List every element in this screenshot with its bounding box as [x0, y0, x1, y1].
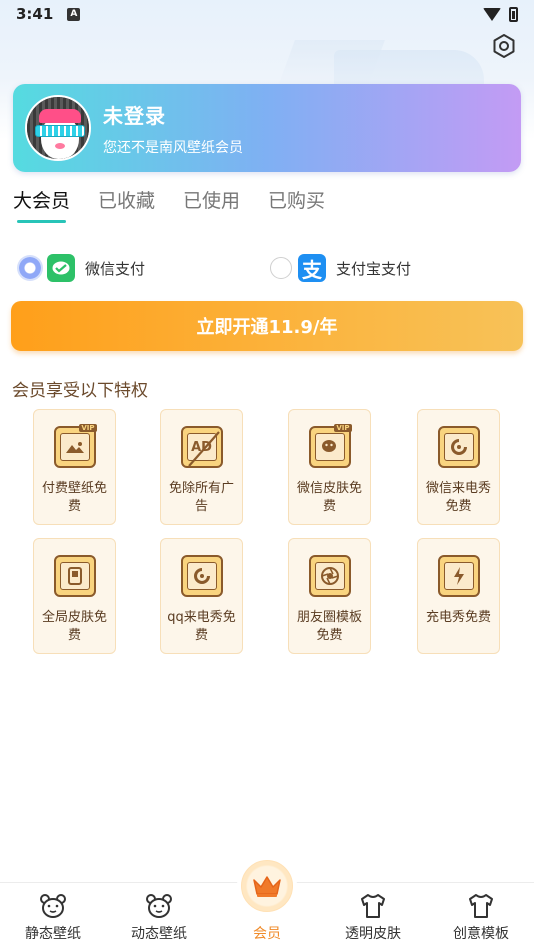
- alipay-icon: 支: [298, 254, 326, 282]
- open-membership-button[interactable]: 立即开通11.9/年: [11, 301, 523, 351]
- nav-label: 透明皮肤: [345, 926, 401, 942]
- nav-live-wallpaper[interactable]: 动态壁纸: [106, 883, 212, 950]
- tab-purchased[interactable]: 已购买: [268, 186, 325, 223]
- settings-button[interactable]: [490, 32, 518, 60]
- bear-icon: [146, 894, 172, 918]
- perk-card[interactable]: VIP 付费壁纸免费: [33, 409, 116, 525]
- gear-icon: [493, 34, 515, 58]
- perk-label: 免除所有广告: [168, 481, 234, 514]
- avatar[interactable]: [25, 95, 91, 161]
- tab-bar: 大会员 已收藏 已使用 已购买: [13, 186, 353, 223]
- tab-used[interactable]: 已使用: [183, 186, 240, 223]
- global-skin-icon: [53, 555, 96, 597]
- perk-label: 微信来电秀免费: [425, 481, 491, 514]
- perk-card[interactable]: VIP 微信皮肤免费: [288, 409, 371, 525]
- qq-call-show-icon: [180, 555, 223, 597]
- perk-label: 付费壁纸免费: [41, 481, 107, 514]
- nav-label: 创意模板: [453, 926, 509, 942]
- status-bar: 3:41 A: [0, 0, 534, 28]
- perk-card[interactable]: 微信来电秀免费: [417, 409, 500, 525]
- user-card[interactable]: 未登录 您还不是南风壁纸会员: [13, 84, 521, 172]
- nav-label: 会员: [253, 926, 281, 942]
- alipay-radio[interactable]: [270, 257, 292, 279]
- moments-template-icon: [308, 555, 351, 597]
- tab-favorites[interactable]: 已收藏: [98, 186, 155, 223]
- wechat-call-show-icon: [437, 426, 480, 468]
- wifi-icon: [483, 7, 501, 21]
- perks-title: 会员享受以下特权: [12, 381, 148, 401]
- shirt-icon: [361, 894, 385, 918]
- wechat-pay-option[interactable]: 微信支付: [19, 254, 145, 282]
- shirt-icon: [469, 894, 493, 918]
- nav-static-wallpaper[interactable]: 静态壁纸: [0, 883, 106, 950]
- tab-vip[interactable]: 大会员: [13, 186, 70, 223]
- perk-label: 全局皮肤免费: [41, 610, 107, 643]
- status-time: 3:41: [16, 5, 54, 23]
- nav-transparent-skin[interactable]: 透明皮肤: [320, 883, 426, 950]
- wechat-pay-label: 微信支付: [85, 259, 146, 278]
- perk-label: qq来电秀免费: [167, 610, 236, 643]
- no-ads-icon: AD: [180, 426, 223, 468]
- battery-icon: [509, 6, 518, 22]
- nav-label: 动态壁纸: [131, 926, 187, 942]
- paid-wallpaper-icon: VIP: [53, 424, 97, 468]
- alipay-label: 支付宝支付: [336, 259, 412, 278]
- user-name[interactable]: 未登录: [103, 100, 243, 129]
- bear-icon: [40, 894, 66, 918]
- alipay-option[interactable]: 支 支付宝支付: [270, 254, 411, 282]
- wechat-skin-icon: VIP: [308, 424, 352, 468]
- perk-card[interactable]: AD 免除所有广告: [160, 409, 243, 525]
- membership-crown-button[interactable]: [241, 860, 293, 912]
- charging-show-icon: [437, 555, 480, 597]
- notification-icon: A: [67, 7, 81, 21]
- payment-options: 微信支付 支 支付宝支付: [0, 251, 534, 283]
- perk-label: 微信皮肤免费: [296, 481, 362, 514]
- nav-creative-template[interactable]: 创意模板: [428, 883, 534, 950]
- perk-card[interactable]: 全局皮肤免费: [33, 538, 116, 654]
- perk-label: 朋友圈模板免费: [296, 610, 362, 643]
- perk-label: 充电秀免费: [425, 610, 491, 625]
- perk-card[interactable]: 充电秀免费: [417, 538, 500, 654]
- perk-card[interactable]: 朋友圈模板免费: [288, 538, 371, 654]
- crown-icon: [253, 876, 281, 897]
- membership-status: 您还不是南风壁纸会员: [103, 139, 243, 156]
- nav-label: 静态壁纸: [25, 926, 81, 942]
- wechat-pay-icon: [47, 254, 75, 282]
- wechat-pay-radio[interactable]: [19, 257, 41, 279]
- perk-card[interactable]: qq来电秀免费: [160, 538, 243, 654]
